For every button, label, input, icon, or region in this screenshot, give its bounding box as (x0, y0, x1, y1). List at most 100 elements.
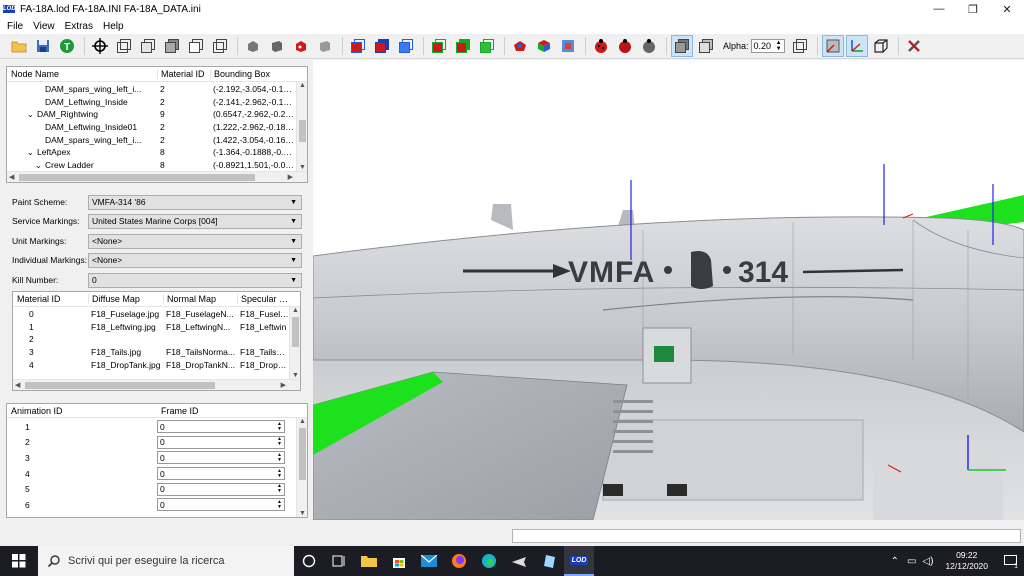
menu-view[interactable]: View (28, 21, 60, 32)
scroll-up-icon[interactable]: ▲ (299, 418, 306, 425)
column-animation-id[interactable]: Animation ID (7, 406, 157, 416)
save-icon[interactable] (32, 35, 54, 57)
node-tree-hscroll[interactable]: ◀ ▶ (7, 171, 307, 182)
expand-arrow-icon[interactable]: ⌄ (27, 148, 37, 157)
menu-file[interactable]: File (2, 21, 28, 32)
materials-hscroll[interactable]: ◀ ▶ (13, 379, 300, 390)
frame-id-spinbox[interactable]: 0 ▲ ▼ (157, 467, 285, 481)
edge-icon[interactable] (474, 546, 504, 576)
blue-cube-3-icon[interactable] (395, 35, 417, 57)
unit-markings-dropdown[interactable]: <None> ▼ (88, 233, 302, 249)
grey-bug-icon[interactable] (638, 35, 660, 57)
chevron-up-icon[interactable]: ⌃ (891, 556, 899, 567)
red-blob-icon[interactable] (509, 35, 531, 57)
task-view-icon[interactable] (324, 546, 354, 576)
node-tree-vscroll[interactable]: ▲ ▼ (296, 82, 307, 171)
tree-row[interactable]: DAM_Leftwing_Inside01 2 (1.222,-2.962,-0.1… (7, 121, 307, 134)
maximize-button[interactable]: ❐ (956, 0, 990, 18)
3d-viewport[interactable]: VMFA 314 (313, 60, 1024, 520)
spin-arrows-icon[interactable]: ▲ ▼ (277, 421, 282, 432)
editor-app-icon[interactable] (534, 546, 564, 576)
green-cube-red-icon[interactable] (452, 35, 474, 57)
frame-id-spinbox[interactable]: 0 ▲ ▼ (157, 435, 285, 449)
texture-cube-icon[interactable] (557, 35, 579, 57)
frame-id-spinbox[interactable]: 0 ▲ ▼ (157, 451, 285, 465)
shaded-cube-icon[interactable] (161, 35, 183, 57)
tree-row[interactable]: ⌄ LeftApex 8 (-1.364,-0.1888,-0.151 (7, 146, 307, 159)
tools-icon[interactable] (903, 35, 925, 57)
material-row[interactable]: 1 F18_Leftwing.jpg F18_LeftwingN... F18_Lef… (13, 321, 300, 334)
blue-cube-2-icon[interactable] (371, 35, 393, 57)
scroll-right-icon[interactable]: ▶ (288, 173, 293, 181)
scroll-thumb[interactable] (292, 317, 299, 347)
scroll-thumb[interactable] (299, 120, 306, 142)
grey-box-icon[interactable] (266, 35, 288, 57)
color-cube-icon[interactable] (533, 35, 555, 57)
tree-row[interactable]: ⌄ DAM_Rightwing 9 (0.6547,-2.962,-0.2165 (7, 108, 307, 121)
expand-arrow-icon[interactable]: ⌄ (35, 161, 45, 170)
scroll-thumb[interactable] (299, 428, 306, 480)
scroll-thumb[interactable] (19, 174, 255, 181)
column-frame-id[interactable]: Frame ID (157, 406, 287, 416)
animation-vscroll[interactable]: ▲ ▼ (296, 418, 307, 517)
cube-active-icon[interactable] (671, 35, 693, 57)
frame-id-spinbox[interactable]: 0 ▲ ▼ (157, 420, 285, 434)
scroll-down-icon[interactable]: ▼ (299, 510, 306, 517)
cube-faces-icon[interactable] (695, 35, 717, 57)
animation-table[interactable]: Animation ID Frame ID 1 0 ▲ ▼ 2 0 ▲ ▼ 3 0 ▲ ▼ 4 0 ▲ ▼ 5 0… (6, 403, 308, 518)
column-material-id[interactable]: Material ID (13, 294, 88, 304)
cube-outline-icon[interactable] (209, 35, 231, 57)
tree-row[interactable]: DAM_spars_wing_left_i... 2 (-2.192,-3.054,… (7, 83, 307, 96)
green-cube-2-icon[interactable] (476, 35, 498, 57)
individual-markings-dropdown[interactable]: <None> ▼ (88, 252, 302, 268)
column-material-id[interactable]: Material ID (157, 69, 210, 79)
cube-icon[interactable] (185, 35, 207, 57)
scroll-left-icon[interactable]: ◀ (9, 173, 14, 181)
texture-icon[interactable]: T (56, 35, 78, 57)
aircraft-app-icon[interactable] (504, 546, 534, 576)
box-3d-icon[interactable] (870, 35, 892, 57)
spin-arrows-icon[interactable]: ▲ ▼ (277, 452, 282, 463)
column-node-name[interactable]: Node Name (7, 69, 157, 79)
materials-table[interactable]: Material ID Diffuse Map Normal Map Specu… (12, 291, 301, 391)
column-normal-map[interactable]: Normal Map (163, 294, 237, 304)
column-specular-map[interactable]: Specular Ma (237, 294, 289, 304)
firefox-icon[interactable] (444, 546, 474, 576)
frame-id-spinbox[interactable]: 0 ▲ ▼ (157, 482, 285, 496)
spin-arrows-icon[interactable]: ▲ ▼ (776, 40, 782, 52)
scroll-down-icon[interactable]: ▼ (299, 164, 306, 171)
taskbar-search-input[interactable]: Scrivi qui per eseguire la ricerca (38, 546, 294, 576)
clock[interactable]: 09:22 12/12/2020 (945, 550, 988, 572)
windows-start-icon[interactable] (0, 546, 38, 576)
red-bug-icon[interactable] (614, 35, 636, 57)
paint-scheme-dropdown[interactable]: VMFA-314 '86 ▼ (88, 194, 302, 210)
spin-arrows-icon[interactable]: ▲ ▼ (277, 437, 282, 447)
green-cube-icon[interactable] (428, 35, 450, 57)
scroll-up-icon[interactable]: ▲ (299, 82, 306, 89)
axes-icon[interactable] (845, 35, 868, 57)
alpha-cube-icon[interactable] (789, 35, 811, 57)
network-icon[interactable]: ▭ (907, 556, 916, 567)
scroll-up-icon[interactable]: ▲ (292, 307, 299, 314)
material-row[interactable]: 2 (13, 333, 300, 346)
frame-id-spinbox[interactable]: 0 ▲ ▼ (157, 498, 285, 512)
service-markings-dropdown[interactable]: United States Marine Corps [004] ▼ (88, 213, 302, 229)
alpha-spinbox[interactable]: 0.20 ▲ ▼ (750, 39, 785, 53)
node-tree[interactable]: Node Name Material ID Bounding Box DAM_s… (6, 66, 308, 183)
scroll-thumb[interactable] (25, 382, 215, 389)
solid-cube-icon[interactable] (137, 35, 159, 57)
tree-row[interactable]: DAM_spars_wing_left_i... 2 (1.422,-3.054,-… (7, 133, 307, 146)
notification-center-icon[interactable]: 1 (996, 546, 1024, 576)
tree-row[interactable]: DAM_Leftwing_Inside 2 (-2.141,-2.962,-0.18… (7, 96, 307, 109)
menu-extras[interactable]: Extras (60, 21, 98, 32)
open-folder-icon[interactable] (8, 35, 30, 57)
tree-row[interactable]: ⌄ Crew Ladder 8 (-0.8921,1.501,-0.0827 (7, 159, 307, 172)
red-box-icon[interactable] (290, 35, 312, 57)
column-diffuse-map[interactable]: Diffuse Map (88, 294, 163, 304)
scroll-down-icon[interactable]: ▼ (292, 372, 299, 379)
red-ladybug-icon[interactable] (590, 35, 612, 57)
scroll-left-icon[interactable]: ◀ (15, 381, 20, 389)
grey-shape-icon[interactable] (242, 35, 264, 57)
menu-help[interactable]: Help (98, 21, 129, 32)
materials-vscroll[interactable]: ▲ ▼ (289, 307, 300, 379)
